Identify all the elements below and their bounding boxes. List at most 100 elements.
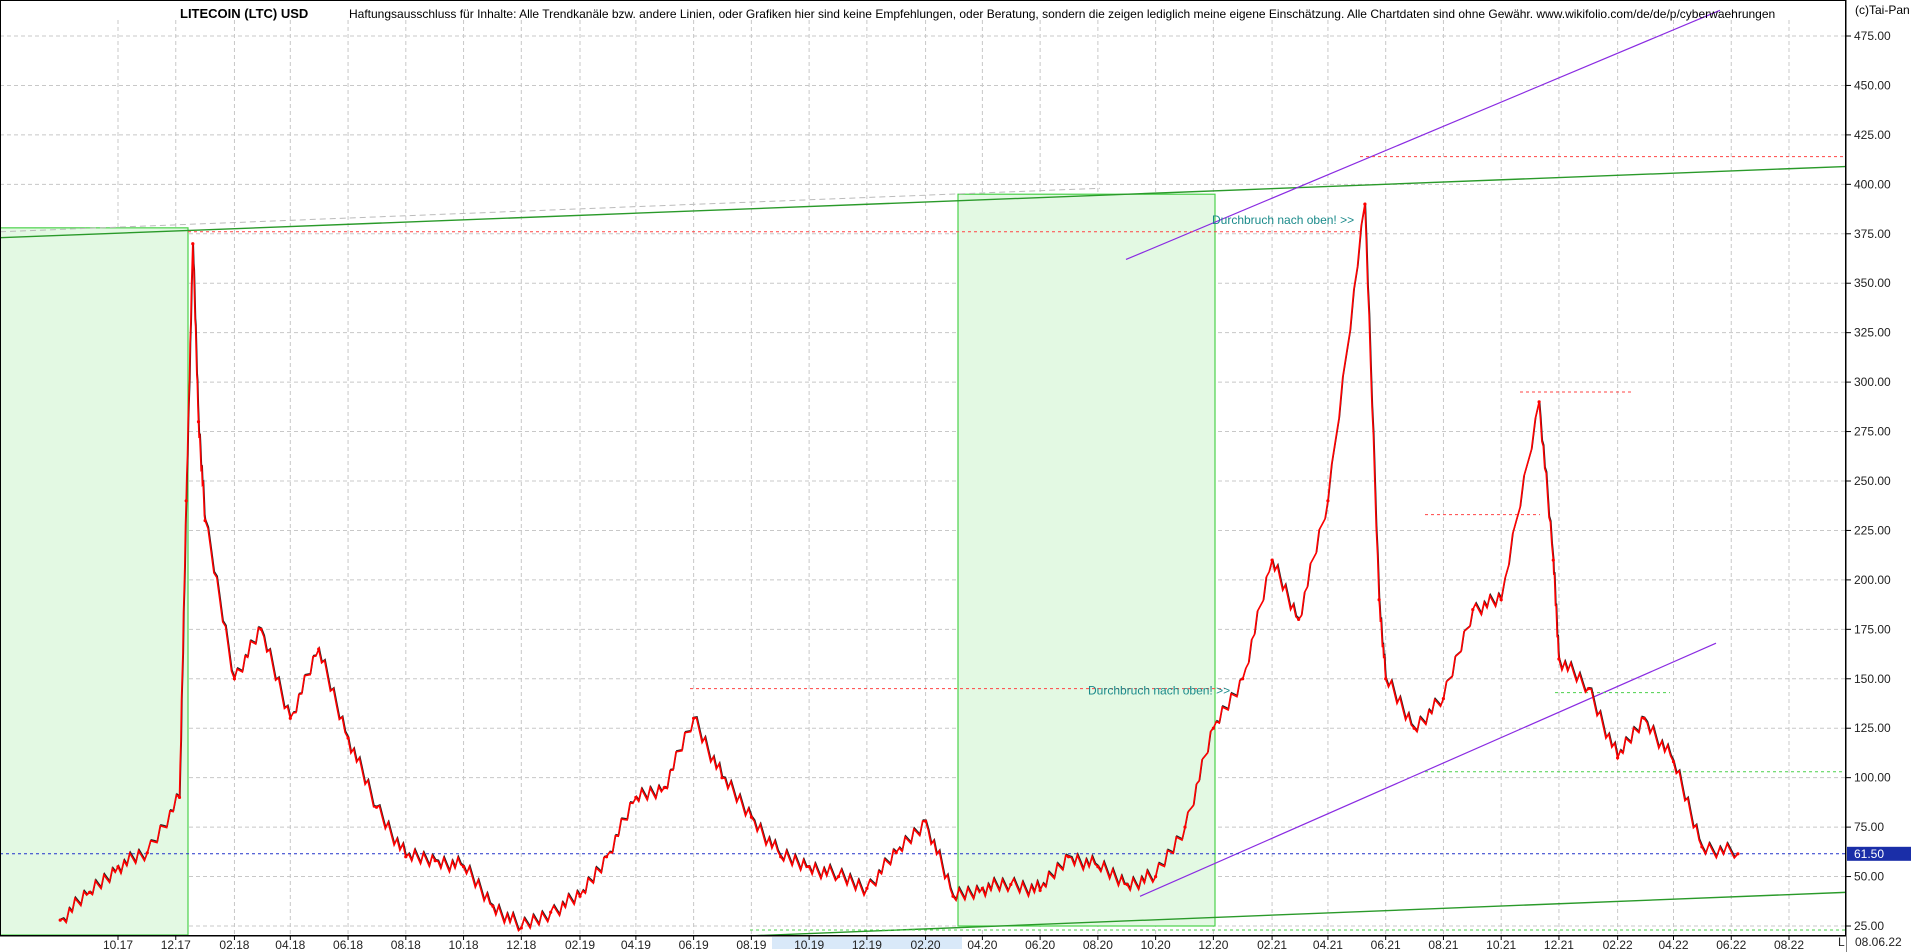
annotation-breakout-2020: Durchbruch nach oben! >> xyxy=(1088,684,1230,698)
x-tick-label: 02.21 xyxy=(1257,938,1287,952)
x-tick-label: 06.21 xyxy=(1371,938,1401,952)
x-tick-label: 10.18 xyxy=(449,938,479,952)
x-tick-label: 10.19 xyxy=(794,938,824,952)
price-point xyxy=(1586,687,1590,691)
price-point xyxy=(196,420,201,424)
zone-2020 xyxy=(957,193,1216,927)
disclaimer-text: Haftungsausschluss für Inhalte: Alle Tre… xyxy=(349,7,1775,21)
price-point xyxy=(662,786,666,790)
price-point xyxy=(203,519,207,523)
price-point xyxy=(692,716,696,720)
y-tick-label: 225.00 xyxy=(1854,523,1891,537)
x-tick-label: 08.18 xyxy=(391,938,421,952)
x-tick-label: 02.19 xyxy=(565,938,595,952)
x-tick-label: 04.20 xyxy=(967,938,997,952)
price-point xyxy=(1066,855,1071,859)
price-point xyxy=(177,795,182,800)
price-point xyxy=(1551,558,1555,562)
price-point xyxy=(191,242,195,246)
price-point xyxy=(894,851,898,855)
price-point xyxy=(519,926,523,930)
x-tick-label: 08.22 xyxy=(1774,938,1804,952)
x-tick-label: 12.18 xyxy=(506,938,536,952)
price-point xyxy=(720,776,724,780)
price-point xyxy=(578,894,582,898)
price-point xyxy=(951,894,955,898)
price-point xyxy=(288,716,292,720)
price-point xyxy=(259,627,263,631)
price-point xyxy=(924,819,928,823)
y-tick-label: 325.00 xyxy=(1854,326,1891,340)
price-point xyxy=(807,865,811,869)
price-point xyxy=(779,855,783,859)
price-point xyxy=(1211,726,1215,730)
price-point xyxy=(1270,558,1274,562)
price-point xyxy=(1363,202,1367,206)
price-point xyxy=(1537,400,1541,404)
price-point xyxy=(634,795,638,800)
price-point xyxy=(865,886,869,891)
price-point xyxy=(1557,657,1561,661)
x-tick-label: 12.19 xyxy=(852,938,882,952)
price-point xyxy=(1441,697,1445,701)
price-point xyxy=(1297,617,1301,622)
chart-background xyxy=(0,0,1912,952)
price-point xyxy=(491,904,495,908)
x-tick-label: 10.20 xyxy=(1141,938,1171,952)
x-tick-label: 06.19 xyxy=(679,938,709,952)
price-point xyxy=(88,890,92,895)
price-point xyxy=(1412,726,1416,730)
price-point xyxy=(980,886,985,891)
price-point xyxy=(1384,677,1388,681)
y-tick-label: 50.00 xyxy=(1854,870,1884,884)
annotation-breakout-2021: Durchbruch nach oben! >> xyxy=(1212,213,1354,227)
price-point xyxy=(1736,852,1740,856)
price-point xyxy=(374,805,379,809)
x-tick-label: 06.22 xyxy=(1716,938,1746,952)
price-point xyxy=(1326,499,1330,503)
price-point xyxy=(1096,865,1100,869)
price-point xyxy=(116,865,120,869)
price-point xyxy=(1241,677,1245,681)
price-point xyxy=(433,859,437,863)
price-point xyxy=(1642,716,1646,720)
y-tick-label: 175.00 xyxy=(1854,622,1891,636)
price-point xyxy=(549,910,553,914)
y-tick-label: 125.00 xyxy=(1854,721,1891,735)
price-point xyxy=(317,647,321,651)
x-tick-label: 06.18 xyxy=(333,938,363,952)
y-tick-label: 250.00 xyxy=(1854,474,1891,488)
x-tick-label: 12.17 xyxy=(161,938,191,952)
chart-title: LITECOIN (LTC) USD xyxy=(180,6,308,21)
y-tick-label: 300.00 xyxy=(1854,375,1891,389)
y-tick-label: 375.00 xyxy=(1854,227,1891,241)
y-tick-label: 200.00 xyxy=(1854,573,1891,587)
current-price-label: 61.50 xyxy=(1854,847,1884,861)
y-tick-label: 475.00 xyxy=(1854,29,1891,43)
y-tick-label: 400.00 xyxy=(1854,177,1891,191)
price-point xyxy=(749,815,754,819)
x-tick-label: 04.22 xyxy=(1658,938,1688,952)
price-point xyxy=(836,875,841,879)
price-point xyxy=(184,499,188,503)
price-point xyxy=(1499,598,1503,602)
price-point xyxy=(58,918,62,922)
x-tick-label: 10.17 xyxy=(103,938,133,952)
x-tick-label: 02.18 xyxy=(219,938,249,952)
y-tick-label: 150.00 xyxy=(1854,672,1891,686)
y-tick-label: 75.00 xyxy=(1854,820,1884,834)
x-tick-label: 04.18 xyxy=(275,938,305,952)
price-point xyxy=(1471,608,1475,612)
price-point xyxy=(1038,888,1042,893)
y-tick-label: 275.00 xyxy=(1854,425,1891,439)
price-point xyxy=(145,851,149,855)
y-tick-label: 100.00 xyxy=(1854,771,1891,785)
price-point xyxy=(1377,598,1381,602)
price-point xyxy=(604,855,609,859)
price-point xyxy=(1125,882,1129,887)
date-label: 08.06.22 xyxy=(1855,935,1902,949)
x-tick-label: 08.19 xyxy=(736,938,766,952)
price-point xyxy=(1183,825,1187,829)
y-tick-label: 450.00 xyxy=(1854,78,1891,92)
x-tick-label: 12.21 xyxy=(1544,938,1574,952)
